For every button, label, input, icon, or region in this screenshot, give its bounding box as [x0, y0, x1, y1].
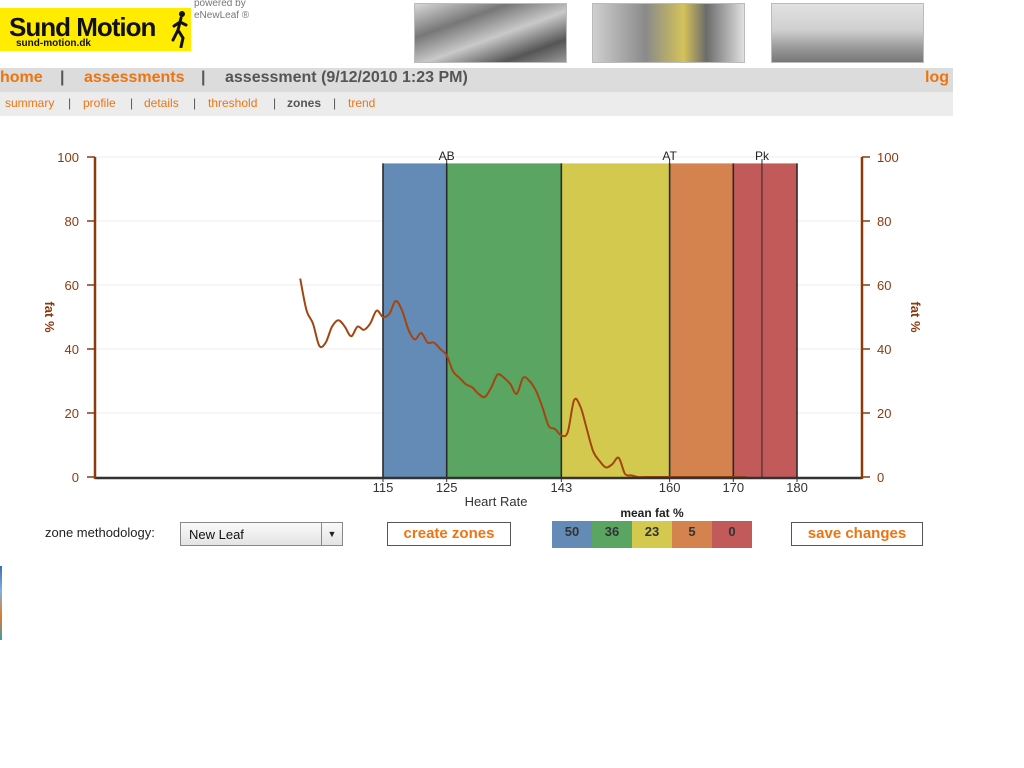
mean-fat-zone-4: 5 — [672, 521, 712, 548]
zone-methodology-value: New Leaf — [189, 527, 244, 542]
banner-photo-runners — [414, 3, 567, 63]
x-tick-label: 125 — [436, 480, 458, 495]
x-tick-label: 170 — [722, 480, 744, 495]
mean-fat-legend: 50 36 23 5 0 — [552, 521, 752, 548]
y-tick-label-left: 80 — [65, 214, 79, 229]
y-tick-label-right: 100 — [877, 150, 899, 165]
powered-by-line-1: powered by — [194, 0, 246, 9]
marker-label-at: AT — [662, 149, 677, 163]
x-tick-label: 115 — [373, 480, 394, 495]
zone-methodology-label: zone methodology: — [45, 525, 155, 540]
y-tick-label-left: 40 — [65, 342, 79, 357]
marker-label-pk: Pk — [755, 149, 770, 163]
y-axis-title-right: fat % — [908, 301, 923, 333]
logo-url: sund-motion.dk — [16, 38, 91, 49]
mean-fat-zone-2: 36 — [592, 521, 632, 548]
y-tick-label-right: 40 — [877, 342, 891, 357]
x-tick-label: 160 — [659, 480, 681, 495]
create-zones-button[interactable]: create zones — [387, 522, 511, 546]
nav-assessments[interactable]: assessments — [84, 69, 185, 87]
subnav-separator: | — [68, 96, 72, 110]
main-nav: home | assessments | assessment (9/12/20… — [0, 68, 953, 92]
y-tick-label-left: 60 — [65, 278, 79, 293]
banner-photo-cyclists — [592, 3, 745, 63]
subnav-separator: | — [130, 96, 134, 110]
y-tick-label-right: 60 — [877, 278, 891, 293]
y-tick-label-left: 0 — [72, 470, 79, 485]
marker-label-ab: AB — [439, 149, 455, 163]
y-tick-label-right: 0 — [877, 470, 884, 485]
nav-logout[interactable]: log out — [925, 69, 953, 87]
subnav-zones[interactable]: zones — [287, 96, 321, 110]
chevron-down-icon[interactable]: ▼ — [321, 523, 342, 545]
zone-methodology-select[interactable]: New Leaf ▼ — [180, 522, 343, 546]
nav-home[interactable]: home — [0, 69, 43, 87]
y-tick-label-left: 20 — [65, 406, 79, 421]
mean-fat-title: mean fat % — [620, 506, 684, 520]
runner-icon — [171, 11, 188, 48]
subnav-summary[interactable]: summary — [5, 96, 54, 110]
nav-separator: | — [60, 69, 65, 86]
sub-nav: summary | profile | details | threshold … — [0, 92, 953, 116]
mean-fat-zone-3: 23 — [632, 521, 672, 548]
subnav-separator: | — [333, 96, 337, 110]
y-axis-title-left: fat % — [42, 301, 57, 333]
x-tick-label: 143 — [550, 480, 572, 495]
subnav-separator: | — [273, 96, 277, 110]
sund-motion-logo[interactable]: Sund Motion sund-motion.dk — [0, 8, 191, 51]
y-tick-label-right: 80 — [877, 214, 891, 229]
mean-fat-zone-1: 50 — [552, 521, 592, 548]
powered-by: powered by eNewLeaf ® — [194, 0, 249, 22]
y-tick-label-right: 20 — [877, 406, 891, 421]
nav-separator: | — [201, 69, 206, 86]
subnav-profile[interactable]: profile — [83, 96, 116, 110]
subnav-trend[interactable]: trend — [348, 96, 375, 110]
page-edge-strip — [0, 566, 2, 640]
banner-photo-stretching — [771, 3, 924, 63]
save-changes-button[interactable]: save changes — [791, 522, 923, 546]
fat-heart-rate-chart: AB AT Pk 0 0 20 20 40 40 60 60 80 80 100 100 115 125 143… — [42, 149, 923, 509]
site-header: Sund Motion sund-motion.dk powered by eN… — [0, 0, 953, 68]
zone-band-3 — [561, 163, 670, 477]
subnav-details[interactable]: details — [144, 96, 179, 110]
x-axis-title: Heart Rate — [465, 494, 528, 509]
y-tick-label-left: 100 — [57, 150, 79, 165]
zone-band-5 — [733, 163, 797, 477]
zone-band-1 — [383, 163, 447, 477]
powered-by-line-2: eNewLeaf ® — [194, 10, 250, 21]
nav-current-assessment: assessment (9/12/2010 1:23 PM) — [225, 69, 468, 86]
subnav-threshold[interactable]: threshold — [208, 96, 257, 110]
zone-band-4 — [669, 163, 734, 477]
mean-fat-zone-5: 0 — [712, 521, 752, 548]
x-tick-label: 180 — [786, 480, 808, 495]
subnav-separator: | — [193, 96, 197, 110]
zone-band-2 — [446, 163, 562, 477]
chart-zones — [382, 163, 798, 477]
